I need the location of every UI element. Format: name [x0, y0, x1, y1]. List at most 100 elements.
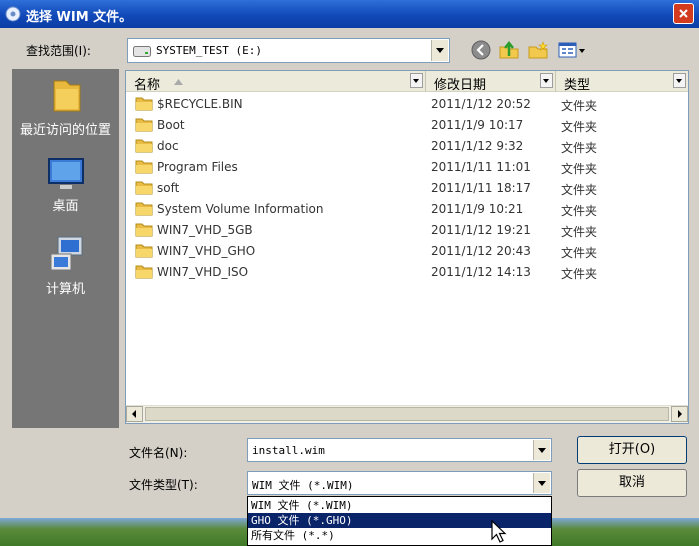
file-name: doc [157, 139, 179, 153]
file-row[interactable]: soft 2011/1/11 18:17 文件夹 [126, 177, 688, 198]
lookin-combo[interactable]: SYSTEM_TEST (E:) [127, 38, 450, 63]
mouse-cursor-icon [491, 520, 507, 543]
folder-icon [135, 97, 153, 111]
filetype-dropdown-arrow[interactable] [533, 473, 550, 493]
file-date: 2011/1/12 20:52 [431, 97, 531, 111]
scroll-right-icon [678, 410, 682, 418]
desktop-icon [47, 158, 84, 189]
file-type: 文件夹 [561, 120, 598, 134]
folder-icon [135, 139, 153, 153]
scroll-left-button[interactable] [126, 406, 143, 422]
places-bar: 最近访问的位置 桌面 计算机 [12, 69, 119, 428]
place-recent[interactable]: 最近访问的位置 [12, 75, 119, 139]
filename-label: 文件名(N): [129, 446, 188, 460]
file-name: Program Files [157, 160, 238, 174]
file-row[interactable]: Program Files 2011/1/11 11:01 文件夹 [126, 156, 688, 177]
file-name: WIN7_VHD_ISO [157, 265, 249, 279]
lookin-dropdown-arrow[interactable] [431, 40, 448, 61]
place-label: 计算机 [45, 282, 85, 297]
scrollbar-thumb[interactable] [145, 407, 669, 421]
folder-icon [135, 181, 153, 195]
filetype-select[interactable]: WIM 文件 (*.WIM) [247, 471, 552, 495]
drive-icon [133, 46, 151, 57]
file-type: 文件夹 [561, 183, 598, 197]
filename-input[interactable]: install.wim [247, 438, 552, 462]
file-name: System Volume Information [157, 202, 324, 216]
folder-icon [135, 160, 153, 174]
file-row[interactable]: System Volume Information 2011/1/9 10:21 文… [126, 198, 688, 219]
column-header-modified[interactable]: 修改日期 [426, 71, 556, 93]
file-date: 2011/1/12 20:43 [431, 244, 531, 258]
file-type: 文件夹 [561, 162, 598, 176]
file-row[interactable]: $RECYCLE.BIN 2011/1/12 20:52 文件夹 [126, 93, 688, 114]
filename-dropdown-arrow[interactable] [533, 440, 550, 460]
back-arrow-icon [471, 40, 491, 60]
app-icon [5, 6, 21, 22]
file-date: 2011/1/11 11:01 [431, 160, 531, 174]
window-title: 选择 WIM 文件。 [26, 10, 133, 25]
folder-icon [135, 202, 153, 216]
file-name: WIN7_VHD_GHO [157, 244, 256, 258]
file-name: $RECYCLE.BIN [157, 97, 243, 111]
column-filter-button[interactable] [673, 73, 686, 88]
file-name: WIN7_VHD_5GB [157, 223, 253, 237]
up-folder-button[interactable] [498, 39, 520, 61]
column-filter-button[interactable] [540, 73, 553, 88]
file-date: 2011/1/9 10:21 [431, 202, 524, 216]
file-date: 2011/1/12 14:13 [431, 265, 531, 279]
file-row[interactable]: WIN7_VHD_5GB 2011/1/12 19:21 文件夹 [126, 219, 688, 240]
folder-icon [135, 244, 153, 258]
view-menu-button[interactable] [557, 39, 587, 61]
place-label: 最近访问的位置 [19, 123, 111, 138]
column-filter-button[interactable] [410, 73, 423, 88]
back-button[interactable] [470, 39, 492, 61]
new-folder-button[interactable] [527, 39, 549, 61]
file-row[interactable]: Boot 2011/1/9 10:17 文件夹 [126, 114, 688, 135]
folder-icon [135, 118, 153, 132]
file-type: 文件夹 [561, 204, 598, 218]
file-date: 2011/1/11 18:17 [431, 181, 531, 195]
file-type: 文件夹 [561, 99, 598, 113]
file-date: 2011/1/9 10:17 [431, 118, 524, 132]
place-label: 桌面 [52, 199, 79, 214]
scroll-right-button[interactable] [671, 406, 688, 422]
scroll-left-icon [132, 410, 136, 418]
lookin-value: SYSTEM_TEST (E:) [156, 44, 262, 57]
close-icon [679, 9, 688, 18]
sort-ascending-icon [174, 79, 183, 85]
place-computer[interactable]: 计算机 [12, 234, 119, 298]
file-row[interactable]: WIN7_VHD_ISO 2011/1/12 14:13 文件夹 [126, 261, 688, 282]
open-button[interactable]: 打开(O) [577, 436, 687, 464]
cancel-button[interactable]: 取消 [577, 469, 687, 497]
computer-icon [50, 236, 82, 271]
lookin-label: 查找范围(I): [26, 44, 91, 58]
folder-icon [135, 223, 153, 237]
file-row[interactable]: WIN7_VHD_GHO 2011/1/12 20:43 文件夹 [126, 240, 688, 261]
recent-folder-icon [53, 80, 80, 112]
title-bar[interactable]: 选择 WIM 文件。 [0, 0, 699, 28]
folder-icon [135, 265, 153, 279]
file-name: soft [157, 181, 180, 195]
file-type: 文件夹 [561, 225, 598, 239]
column-header-name[interactable]: 名称 [126, 71, 426, 93]
horizontal-scrollbar[interactable] [126, 405, 688, 423]
place-desktop[interactable]: 桌面 [12, 157, 119, 215]
file-name: Boot [157, 118, 185, 132]
file-type: 文件夹 [561, 246, 598, 260]
filetype-value: WIM 文件 (*.WIM) [252, 479, 354, 492]
file-open-dialog: 选择 WIM 文件。 查找范围(I): SYSTEM_TEST (E:) 最近访… [0, 0, 699, 518]
file-type: 文件夹 [561, 267, 598, 281]
file-list[interactable]: 名称 修改日期 类型 $RECYCLE.BIN 2011/1/12 20:52 文件… [125, 70, 689, 424]
filename-value: install.wim [252, 444, 325, 457]
file-date: 2011/1/12 19:21 [431, 223, 531, 237]
filetype-option[interactable]: WIM 文件 (*.WIM) [248, 498, 551, 513]
close-button[interactable] [673, 3, 694, 24]
column-header-type[interactable]: 类型 [556, 71, 688, 93]
filetype-label: 文件类型(T): [129, 478, 198, 492]
view-menu-icon [558, 42, 585, 58]
up-folder-icon [499, 40, 519, 59]
file-date: 2011/1/12 9:32 [431, 139, 524, 153]
new-folder-icon [528, 41, 548, 59]
file-type: 文件夹 [561, 141, 598, 155]
file-row[interactable]: doc 2011/1/12 9:32 文件夹 [126, 135, 688, 156]
